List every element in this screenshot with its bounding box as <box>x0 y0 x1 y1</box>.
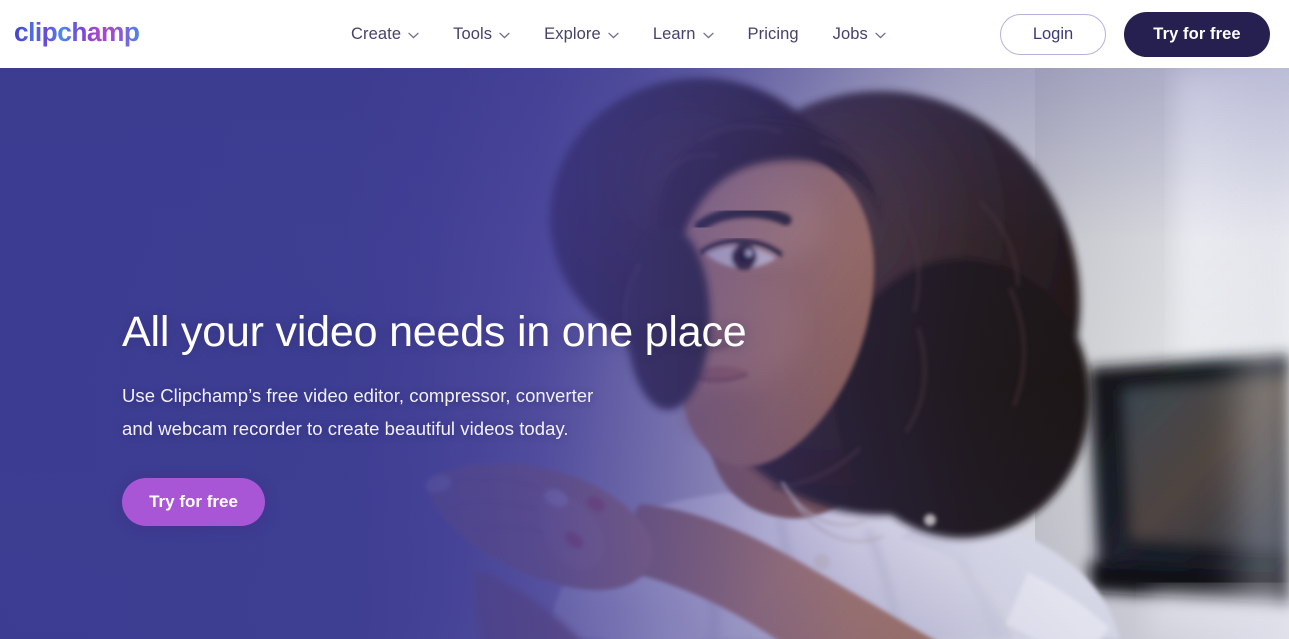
nav-item-tools[interactable]: Tools <box>436 18 527 51</box>
chevron-down-icon <box>608 32 619 39</box>
nav-item-pricing[interactable]: Pricing <box>731 18 816 51</box>
nav-label: Pricing <box>747 24 799 43</box>
nav-label: Explore <box>544 24 601 43</box>
hero-subtitle: Use Clipchamp’s free video editor, compr… <box>122 385 594 439</box>
nav-item-learn[interactable]: Learn <box>636 18 731 51</box>
site-header: clipchamp Create Tools Explore Learn Pri… <box>0 0 1289 68</box>
svg-text:clipchamp: clipchamp <box>14 18 139 47</box>
nav-item-jobs[interactable]: Jobs <box>816 18 903 51</box>
hero-section: All your video needs in one place Use Cl… <box>0 68 1289 639</box>
try-for-free-header-button[interactable]: Try for free <box>1124 11 1270 57</box>
hero-content: All your video needs in one place Use Cl… <box>122 308 762 527</box>
nav-item-create[interactable]: Create <box>334 18 436 51</box>
chevron-down-icon <box>702 32 714 39</box>
hero-title: All your video needs in one place <box>122 308 747 356</box>
nav-label: Learn <box>652 24 696 43</box>
primary-navigation: Create Tools Explore Learn Pricing Jobs <box>334 18 903 51</box>
header-actions: Login Try for free <box>1000 11 1273 57</box>
nav-label: Jobs <box>832 24 868 43</box>
nav-item-explore[interactable]: Explore <box>527 18 636 51</box>
clipchamp-logo[interactable]: clipchamp <box>14 17 172 50</box>
nav-label: Create <box>351 24 402 43</box>
login-button[interactable]: Login <box>1000 13 1106 55</box>
clipchamp-landing-page: clipchamp Create Tools Explore Learn Pri… <box>0 0 1289 639</box>
try-for-free-hero-button[interactable]: Try for free <box>122 478 265 527</box>
nav-label: Tools <box>453 24 493 43</box>
chevron-down-icon <box>408 32 419 39</box>
chevron-down-icon <box>875 32 886 39</box>
chevron-down-icon <box>499 32 510 39</box>
